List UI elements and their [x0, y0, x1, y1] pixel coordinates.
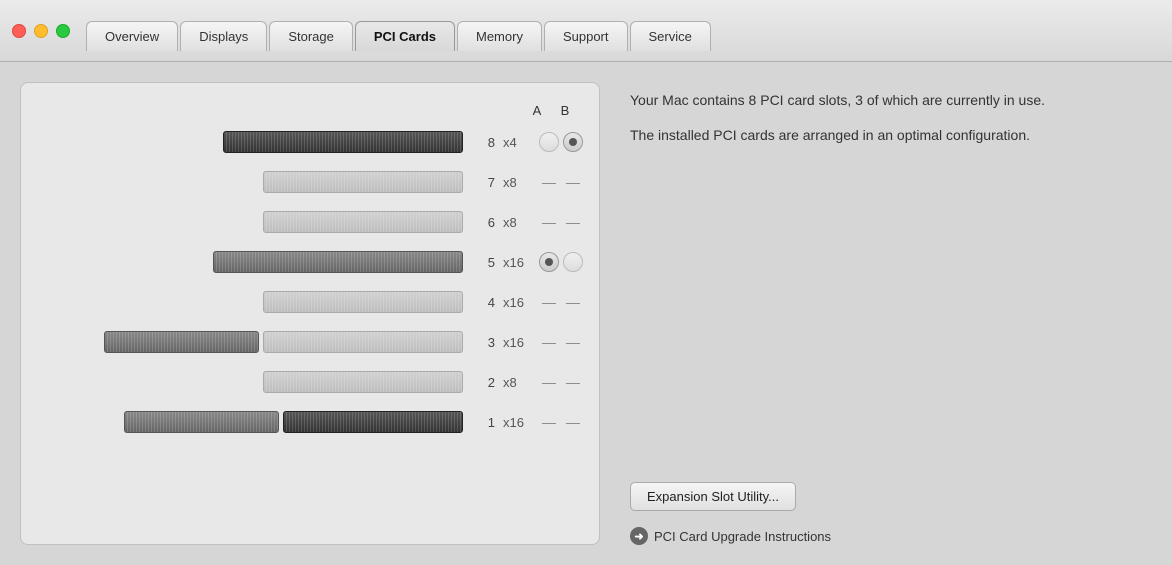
maximize-button[interactable] — [56, 24, 70, 38]
tab-storage[interactable]: Storage — [269, 21, 353, 51]
slot-row: 4 x16 —— — [37, 282, 583, 322]
slot-number: 6 — [475, 215, 495, 230]
slot-dash: — — [563, 414, 583, 430]
slot-dash: — — [539, 374, 559, 390]
slot-bars — [37, 171, 463, 193]
slot-row: 7 x8 —— — [37, 162, 583, 202]
slot-number: 7 — [475, 175, 495, 190]
col-header-b: B — [551, 103, 579, 118]
close-button[interactable] — [12, 24, 26, 38]
slot-dash: — — [563, 334, 583, 350]
slot-speed: x8 — [503, 375, 535, 390]
tab-support[interactable]: Support — [544, 21, 628, 51]
slot-bars — [37, 331, 463, 353]
slot-dash: — — [563, 294, 583, 310]
window-controls — [12, 24, 70, 48]
slot-speed: x16 — [503, 255, 535, 270]
slot-number: 1 — [475, 415, 495, 430]
slot-speed: x16 — [503, 335, 535, 350]
slot-speed: x8 — [503, 215, 535, 230]
slot-row: 5 x16 — [37, 242, 583, 282]
pci-link-label: PCI Card Upgrade Instructions — [654, 529, 831, 544]
slot-radio-group: —— — [539, 174, 583, 190]
slot-bars — [37, 131, 463, 153]
slot-radio-group: —— — [539, 334, 583, 350]
slot-bars — [37, 251, 463, 273]
slot-row: 2 x8 —— — [37, 362, 583, 402]
slot-speed: x4 — [503, 135, 535, 150]
slot-bars — [37, 211, 463, 233]
slot-dash: — — [563, 214, 583, 230]
tab-overview[interactable]: Overview — [86, 21, 178, 51]
description-1: Your Mac contains 8 PCI card slots, 3 of… — [630, 90, 1152, 111]
slot-row: 1 x16 —— — [37, 402, 583, 442]
tab-displays[interactable]: Displays — [180, 21, 267, 51]
slot-radio-group: —— — [539, 294, 583, 310]
slot-dash: — — [539, 414, 559, 430]
titlebar: OverviewDisplaysStoragePCI CardsMemorySu… — [0, 0, 1172, 62]
slot-radio-group: —— — [539, 374, 583, 390]
spacer — [630, 176, 1152, 482]
col-header-a: A — [523, 103, 551, 118]
expansion-slot-utility-button[interactable]: Expansion Slot Utility... — [630, 482, 796, 511]
slot-number: 3 — [475, 335, 495, 350]
slot-speed: x8 — [503, 175, 535, 190]
radio-filled[interactable] — [563, 132, 583, 152]
column-headers: A B — [37, 103, 583, 118]
slot-dash: — — [563, 374, 583, 390]
tab-pci-cards[interactable]: PCI Cards — [355, 21, 455, 51]
slot-row: 3 x16 —— — [37, 322, 583, 362]
pci-link-icon: ➜ — [630, 527, 648, 545]
slot-bars — [37, 371, 463, 393]
tab-service[interactable]: Service — [630, 21, 711, 51]
slot-radio-group — [539, 132, 583, 152]
slot-number: 8 — [475, 135, 495, 150]
slot-bars — [37, 291, 463, 313]
right-panel: Your Mac contains 8 PCI card slots, 3 of… — [630, 82, 1152, 545]
radio-empty[interactable] — [539, 132, 559, 152]
slot-number: 2 — [475, 375, 495, 390]
slot-dash: — — [539, 294, 559, 310]
radio-filled[interactable] — [539, 252, 559, 272]
slot-radio-group: —— — [539, 414, 583, 430]
slot-dash: — — [539, 214, 559, 230]
pci-upgrade-link[interactable]: ➜ PCI Card Upgrade Instructions — [630, 527, 1152, 545]
slot-radio-group — [539, 252, 583, 272]
slot-row: 6 x8 —— — [37, 202, 583, 242]
slot-dash: — — [563, 174, 583, 190]
slot-row: 8 x4 — [37, 122, 583, 162]
slot-speed: x16 — [503, 295, 535, 310]
description-2: The installed PCI cards are arranged in … — [630, 125, 1152, 146]
tab-bar: OverviewDisplaysStoragePCI CardsMemorySu… — [86, 21, 713, 51]
slot-number: 5 — [475, 255, 495, 270]
slot-speed: x16 — [503, 415, 535, 430]
slot-dash: — — [539, 334, 559, 350]
tab-memory[interactable]: Memory — [457, 21, 542, 51]
slot-radio-group: —— — [539, 214, 583, 230]
description: Your Mac contains 8 PCI card slots, 3 of… — [630, 90, 1152, 160]
slot-number: 4 — [475, 295, 495, 310]
slot-bars — [37, 411, 463, 433]
pci-slots-panel: A B 8x47x8——6x8——5x164x16——3x16——2x8——1x… — [20, 82, 600, 545]
minimize-button[interactable] — [34, 24, 48, 38]
slot-dash: — — [539, 174, 559, 190]
main-content: A B 8x47x8——6x8——5x164x16——3x16——2x8——1x… — [0, 62, 1172, 565]
radio-empty[interactable] — [563, 252, 583, 272]
